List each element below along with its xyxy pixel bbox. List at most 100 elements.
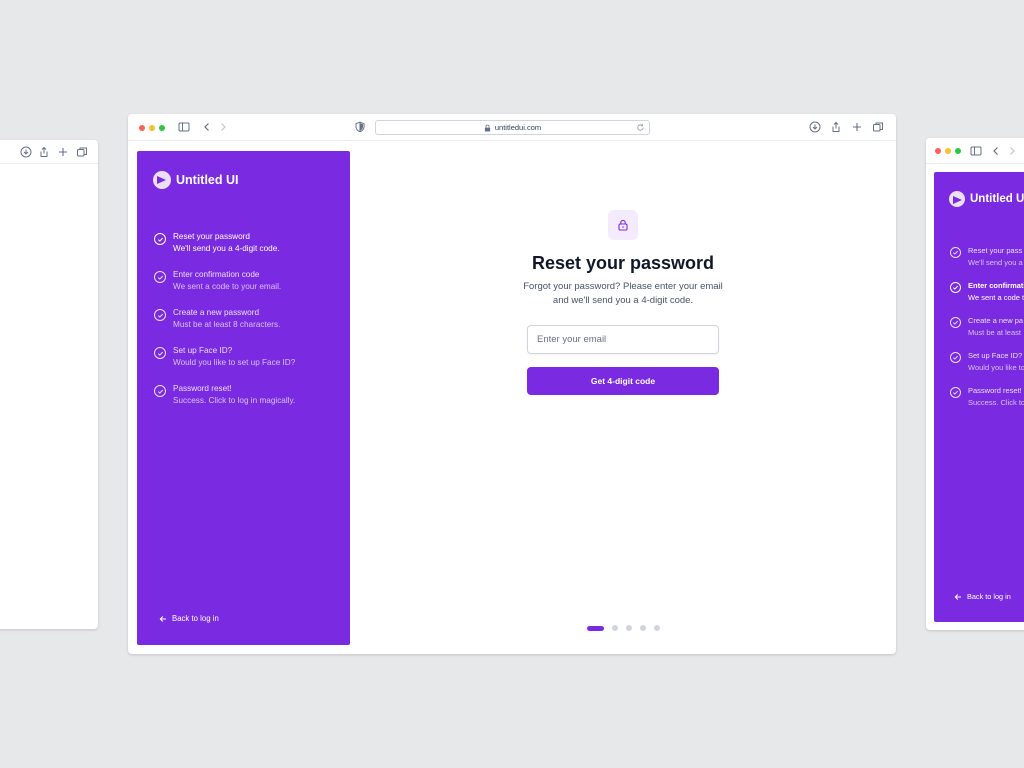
step-title: Create a new pa — [968, 316, 1024, 325]
reload-icon[interactable] — [636, 123, 645, 132]
check-circle-icon — [950, 352, 961, 363]
check-circle-icon — [950, 317, 961, 328]
step-title: Set up Face ID? — [173, 346, 233, 355]
url-text: untitledui.com — [494, 123, 542, 132]
step-description: We sent a code t — [968, 293, 1024, 302]
check-circle-icon — [950, 247, 961, 258]
get-code-button[interactable]: Get 4-digit code — [527, 367, 719, 395]
step-description: Would you like to set up Face ID? — [173, 358, 296, 367]
logo-mark-icon — [153, 171, 171, 189]
pagination-dot[interactable] — [626, 625, 632, 631]
padlock-icon — [608, 210, 638, 240]
download-icon[interactable] — [20, 146, 32, 158]
check-circle-icon — [154, 385, 166, 397]
window-controls — [935, 148, 961, 154]
check-circle-icon — [154, 347, 166, 359]
check-circle-icon — [154, 309, 166, 321]
step-title: Password reset! — [968, 386, 1022, 395]
step-description: Success. Click to — [968, 398, 1024, 407]
logo-mark-icon — [949, 191, 965, 207]
minimize-window-button[interactable] — [945, 148, 951, 154]
share-icon[interactable] — [38, 146, 50, 158]
new-tab-icon[interactable] — [57, 146, 69, 158]
progress-steps: Reset your password We'll send you a 4-di… — [154, 232, 295, 422]
main-browser-window: untitledui.com Untitled UI Reset your pa… — [128, 114, 896, 654]
check-circle-icon — [950, 387, 961, 398]
back-to-login-label: Back to log in — [172, 614, 219, 623]
forward-arrow-icon[interactable] — [1006, 145, 1018, 157]
step-description: We'll send you a — [968, 258, 1023, 267]
back-to-login-label: Back to log in — [967, 592, 1011, 601]
maximize-window-button[interactable] — [159, 125, 165, 131]
brand-name: Untitled UI — [176, 173, 239, 187]
pagination-dot[interactable] — [640, 625, 646, 631]
browser-toolbar: untitledui.com — [128, 114, 896, 141]
step-item[interactable]: Enter confirmati We sent a code t — [950, 281, 1024, 316]
tabs-overview-icon[interactable] — [76, 146, 88, 158]
new-tab-icon[interactable] — [851, 121, 863, 133]
step-description: Must be at least 8 characters. — [173, 320, 281, 329]
check-circle-icon — [950, 282, 961, 293]
window-controls — [139, 125, 165, 131]
step-item[interactable]: Password reset! Success. Click to — [950, 386, 1024, 421]
step-item[interactable]: Create a new password Must be at least 8 … — [154, 308, 295, 346]
back-to-login-link[interactable]: Back to log in — [159, 614, 219, 623]
step-title: Reset your pass — [968, 246, 1023, 255]
step-item[interactable]: Password reset! Success. Click to log in … — [154, 384, 295, 422]
step-item[interactable]: Enter confirmation code We sent a code to… — [154, 270, 295, 308]
brand-name: Untitled UI — [970, 193, 1024, 205]
email-field[interactable] — [527, 325, 719, 354]
left-browser-toolbar — [0, 140, 98, 164]
pagination-dot[interactable] — [612, 625, 618, 631]
step-title: Set up Face ID? — [968, 351, 1023, 360]
sidebar-toggle-icon[interactable] — [178, 121, 190, 133]
progress-sidebar: Untitled UI Reset your pass We'll send yo… — [934, 172, 1024, 622]
tabs-overview-icon[interactable] — [872, 121, 884, 133]
step-title: Enter confirmati — [968, 281, 1024, 290]
address-bar[interactable]: untitledui.com — [375, 120, 650, 135]
check-circle-icon — [154, 271, 166, 283]
step-description: Must be at least — [968, 328, 1021, 337]
step-item[interactable]: Set up Face ID? Would you like to — [950, 351, 1024, 386]
back-to-login-link[interactable]: Back to log in — [954, 592, 1011, 601]
page-subtitle: Forgot your password? Please enter your … — [523, 281, 723, 306]
shield-icon[interactable] — [354, 121, 366, 133]
step-description: We'll send you a 4-digit code. — [173, 244, 280, 253]
back-arrow-icon[interactable] — [201, 121, 213, 133]
step-item[interactable]: Set up Face ID? Would you like to set up … — [154, 346, 295, 384]
progress-steps: Reset your pass We'll send you a Enter co… — [950, 246, 1024, 421]
share-icon[interactable] — [830, 121, 842, 133]
pagination-dots — [587, 625, 660, 631]
pagination-dot[interactable] — [587, 625, 604, 631]
right-browser-window: Untitled UI Reset your pass We'll send yo… — [926, 138, 1024, 630]
step-description: Would you like to — [968, 363, 1024, 372]
step-item[interactable]: Create a new pa Must be at least — [950, 316, 1024, 351]
left-browser-window — [0, 140, 98, 629]
right-browser-toolbar — [926, 138, 1024, 164]
download-icon[interactable] — [809, 121, 821, 133]
step-title: Create a new password — [173, 308, 260, 317]
sidebar-toggle-icon[interactable] — [970, 145, 982, 157]
step-item[interactable]: Reset your pass We'll send you a — [950, 246, 1024, 281]
back-arrow-icon[interactable] — [990, 145, 1002, 157]
pagination-dot[interactable] — [654, 625, 660, 631]
brand-logo[interactable]: Untitled UI — [949, 191, 1024, 207]
step-title: Reset your password — [173, 232, 250, 241]
forward-arrow-icon[interactable] — [217, 121, 229, 133]
step-title: Enter confirmation code — [173, 270, 260, 279]
arrow-left-icon — [954, 593, 961, 600]
arrow-left-icon — [159, 615, 166, 622]
check-circle-icon — [154, 233, 166, 245]
page-title: Reset your password — [531, 253, 715, 273]
step-item[interactable]: Reset your password We'll send you a 4-di… — [154, 232, 295, 270]
step-title: Password reset! — [173, 384, 232, 393]
step-description: We sent a code to your email. — [173, 282, 282, 291]
step-description: Success. Click to log in magically. — [173, 396, 296, 405]
brand-logo[interactable]: Untitled UI — [153, 171, 239, 189]
close-window-button[interactable] — [139, 125, 145, 131]
minimize-window-button[interactable] — [149, 125, 155, 131]
progress-sidebar: Untitled UI Reset your password We'll sen… — [137, 151, 350, 645]
lock-icon — [484, 124, 491, 132]
close-window-button[interactable] — [935, 148, 941, 154]
maximize-window-button[interactable] — [955, 148, 961, 154]
